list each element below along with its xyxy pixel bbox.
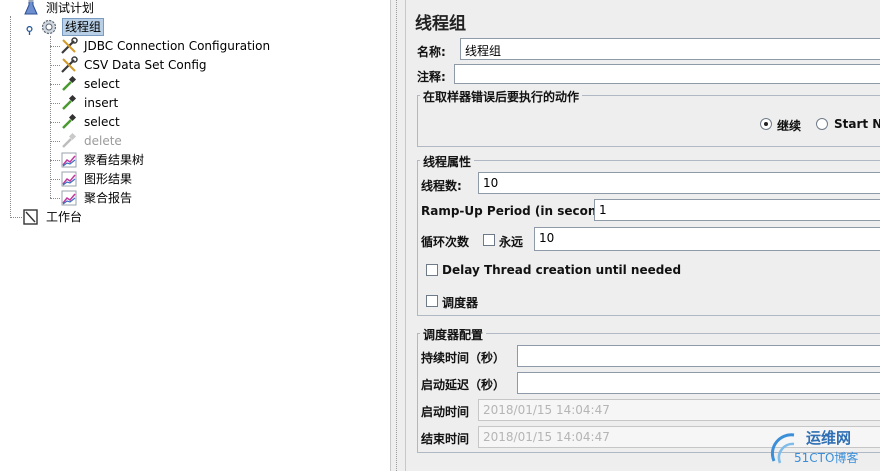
tree-node-label: select <box>84 76 120 91</box>
threads-label: 线程数: <box>421 179 462 193</box>
comment-label: 注释: <box>417 70 446 84</box>
tree-connector <box>50 46 60 47</box>
pipette-sampler-icon <box>60 75 78 93</box>
tree-node-label: JDBC Connection Configuration <box>84 38 271 53</box>
pipette-sampler-icon <box>60 132 78 150</box>
group-title: 在取样器错误后要执行的动作 <box>420 88 583 105</box>
page-title: 线程组 <box>415 14 466 34</box>
radio-continue-label: 继续 <box>777 119 802 133</box>
tree-node-label: CSV Data Set Config <box>84 57 207 72</box>
tree-connector <box>10 217 22 218</box>
end-time-label: 结束时间 <box>421 432 470 446</box>
tree-connector <box>50 122 60 123</box>
tree-node-sampler-delete[interactable]: delete <box>60 131 124 150</box>
delay-thread-label: Delay Thread creation until needed <box>442 263 682 277</box>
tree-node-label: select <box>84 114 120 129</box>
name-input[interactable]: 线程组 <box>460 38 880 60</box>
tree-node-label: 测试计划 <box>46 0 95 15</box>
workbench-icon <box>22 208 40 226</box>
tree-node-label: insert <box>84 95 119 110</box>
forever-label: 永远 <box>499 235 524 249</box>
tree-node-test-plan[interactable]: 测试计划 <box>22 0 96 17</box>
tree-connector <box>50 198 60 199</box>
radio-continue[interactable] <box>760 118 772 130</box>
test-plan-flask-icon <box>22 0 40 17</box>
start-time-input[interactable]: 2018/01/15 14:04:47 <box>478 399 880 421</box>
tree-node-label: delete <box>84 133 122 148</box>
tree-connector <box>10 16 11 218</box>
tree-node-jdbc-config[interactable]: JDBC Connection Configuration <box>60 36 272 55</box>
chart-listener-icon <box>60 189 78 207</box>
tree-node-aggregate-report[interactable]: 聚合报告 <box>60 188 134 207</box>
tree-node-label: 线程组 <box>62 17 105 36</box>
divider-grip <box>396 0 401 471</box>
tree-connector <box>50 141 60 142</box>
watermark: 运维网 51CTO博客 <box>766 425 876 469</box>
rampup-label: Ramp-Up Period (in seconds): <box>421 204 623 218</box>
start-time-label: 启动时间 <box>421 405 470 419</box>
forever-checkbox[interactable] <box>483 234 495 246</box>
chart-listener-icon <box>60 170 78 188</box>
test-plan-tree[interactable]: 测试计划 线程组 JDBC Connection Configuration C… <box>0 0 390 471</box>
name-label: 名称: <box>417 45 446 59</box>
watermark-title: 运维网 <box>806 429 852 447</box>
tree-connector <box>50 84 60 85</box>
tree-node-label: 图形结果 <box>84 171 133 186</box>
tree-node-sampler-select-2[interactable]: select <box>60 112 122 131</box>
tree-node-label: 察看结果树 <box>84 152 145 167</box>
tree-node-label: 聚合报告 <box>84 190 133 205</box>
watermark-subtitle: 51CTO博客 <box>794 451 859 465</box>
startup-delay-label: 启动延迟（秒） <box>421 378 506 392</box>
comment-input[interactable] <box>454 64 880 84</box>
thread-group-editor: 线程组 名称: 线程组 注释: 在取样器错误后要执行的动作 继续 Start N… <box>406 0 880 471</box>
tree-node-csv-config[interactable]: CSV Data Set Config <box>60 55 209 74</box>
wrench-icon <box>60 55 78 74</box>
chart-listener-icon <box>60 151 78 169</box>
group-title: 线程属性 <box>420 153 475 170</box>
tree-connector <box>50 36 51 198</box>
wrench-icon <box>60 36 78 55</box>
scheduler-checkbox[interactable] <box>426 295 438 307</box>
radio-start-next[interactable] <box>816 118 828 130</box>
scheduler-label: 调度器 <box>442 296 479 310</box>
tree-node-sampler-select[interactable]: select <box>60 74 122 93</box>
tree-node-thread-group[interactable]: 线程组 <box>40 17 105 36</box>
duration-label: 持续时间（秒） <box>421 351 506 365</box>
tree-connector <box>50 65 60 66</box>
split-pane-divider[interactable] <box>390 0 406 471</box>
radio-start-next-label: Start Ne <box>834 117 880 131</box>
duration-input[interactable] <box>517 345 880 367</box>
tree-connector <box>50 179 60 180</box>
startup-delay-input[interactable] <box>517 372 880 394</box>
collapse-toggle-icon[interactable] <box>25 24 34 35</box>
tree-node-view-results-tree[interactable]: 察看结果树 <box>60 150 146 169</box>
pipette-sampler-icon <box>60 113 78 131</box>
rampup-input[interactable]: 1 <box>594 199 880 221</box>
loop-count-input[interactable]: 10 <box>534 227 880 251</box>
tree-connector <box>50 160 60 161</box>
pipette-sampler-icon <box>60 94 78 112</box>
tree-node-graph-results[interactable]: 图形结果 <box>60 169 134 188</box>
tree-node-sampler-insert[interactable]: insert <box>60 93 120 112</box>
group-title: 调度器配置 <box>420 326 487 343</box>
loop-count-label: 循环次数 <box>421 235 470 249</box>
gear-icon <box>40 18 58 36</box>
tree-connector <box>50 103 60 104</box>
tree-node-workbench[interactable]: 工作台 <box>22 207 84 226</box>
delay-thread-checkbox[interactable] <box>426 264 438 276</box>
tree-node-label: 工作台 <box>46 209 83 224</box>
threads-input[interactable]: 10 <box>478 172 880 194</box>
